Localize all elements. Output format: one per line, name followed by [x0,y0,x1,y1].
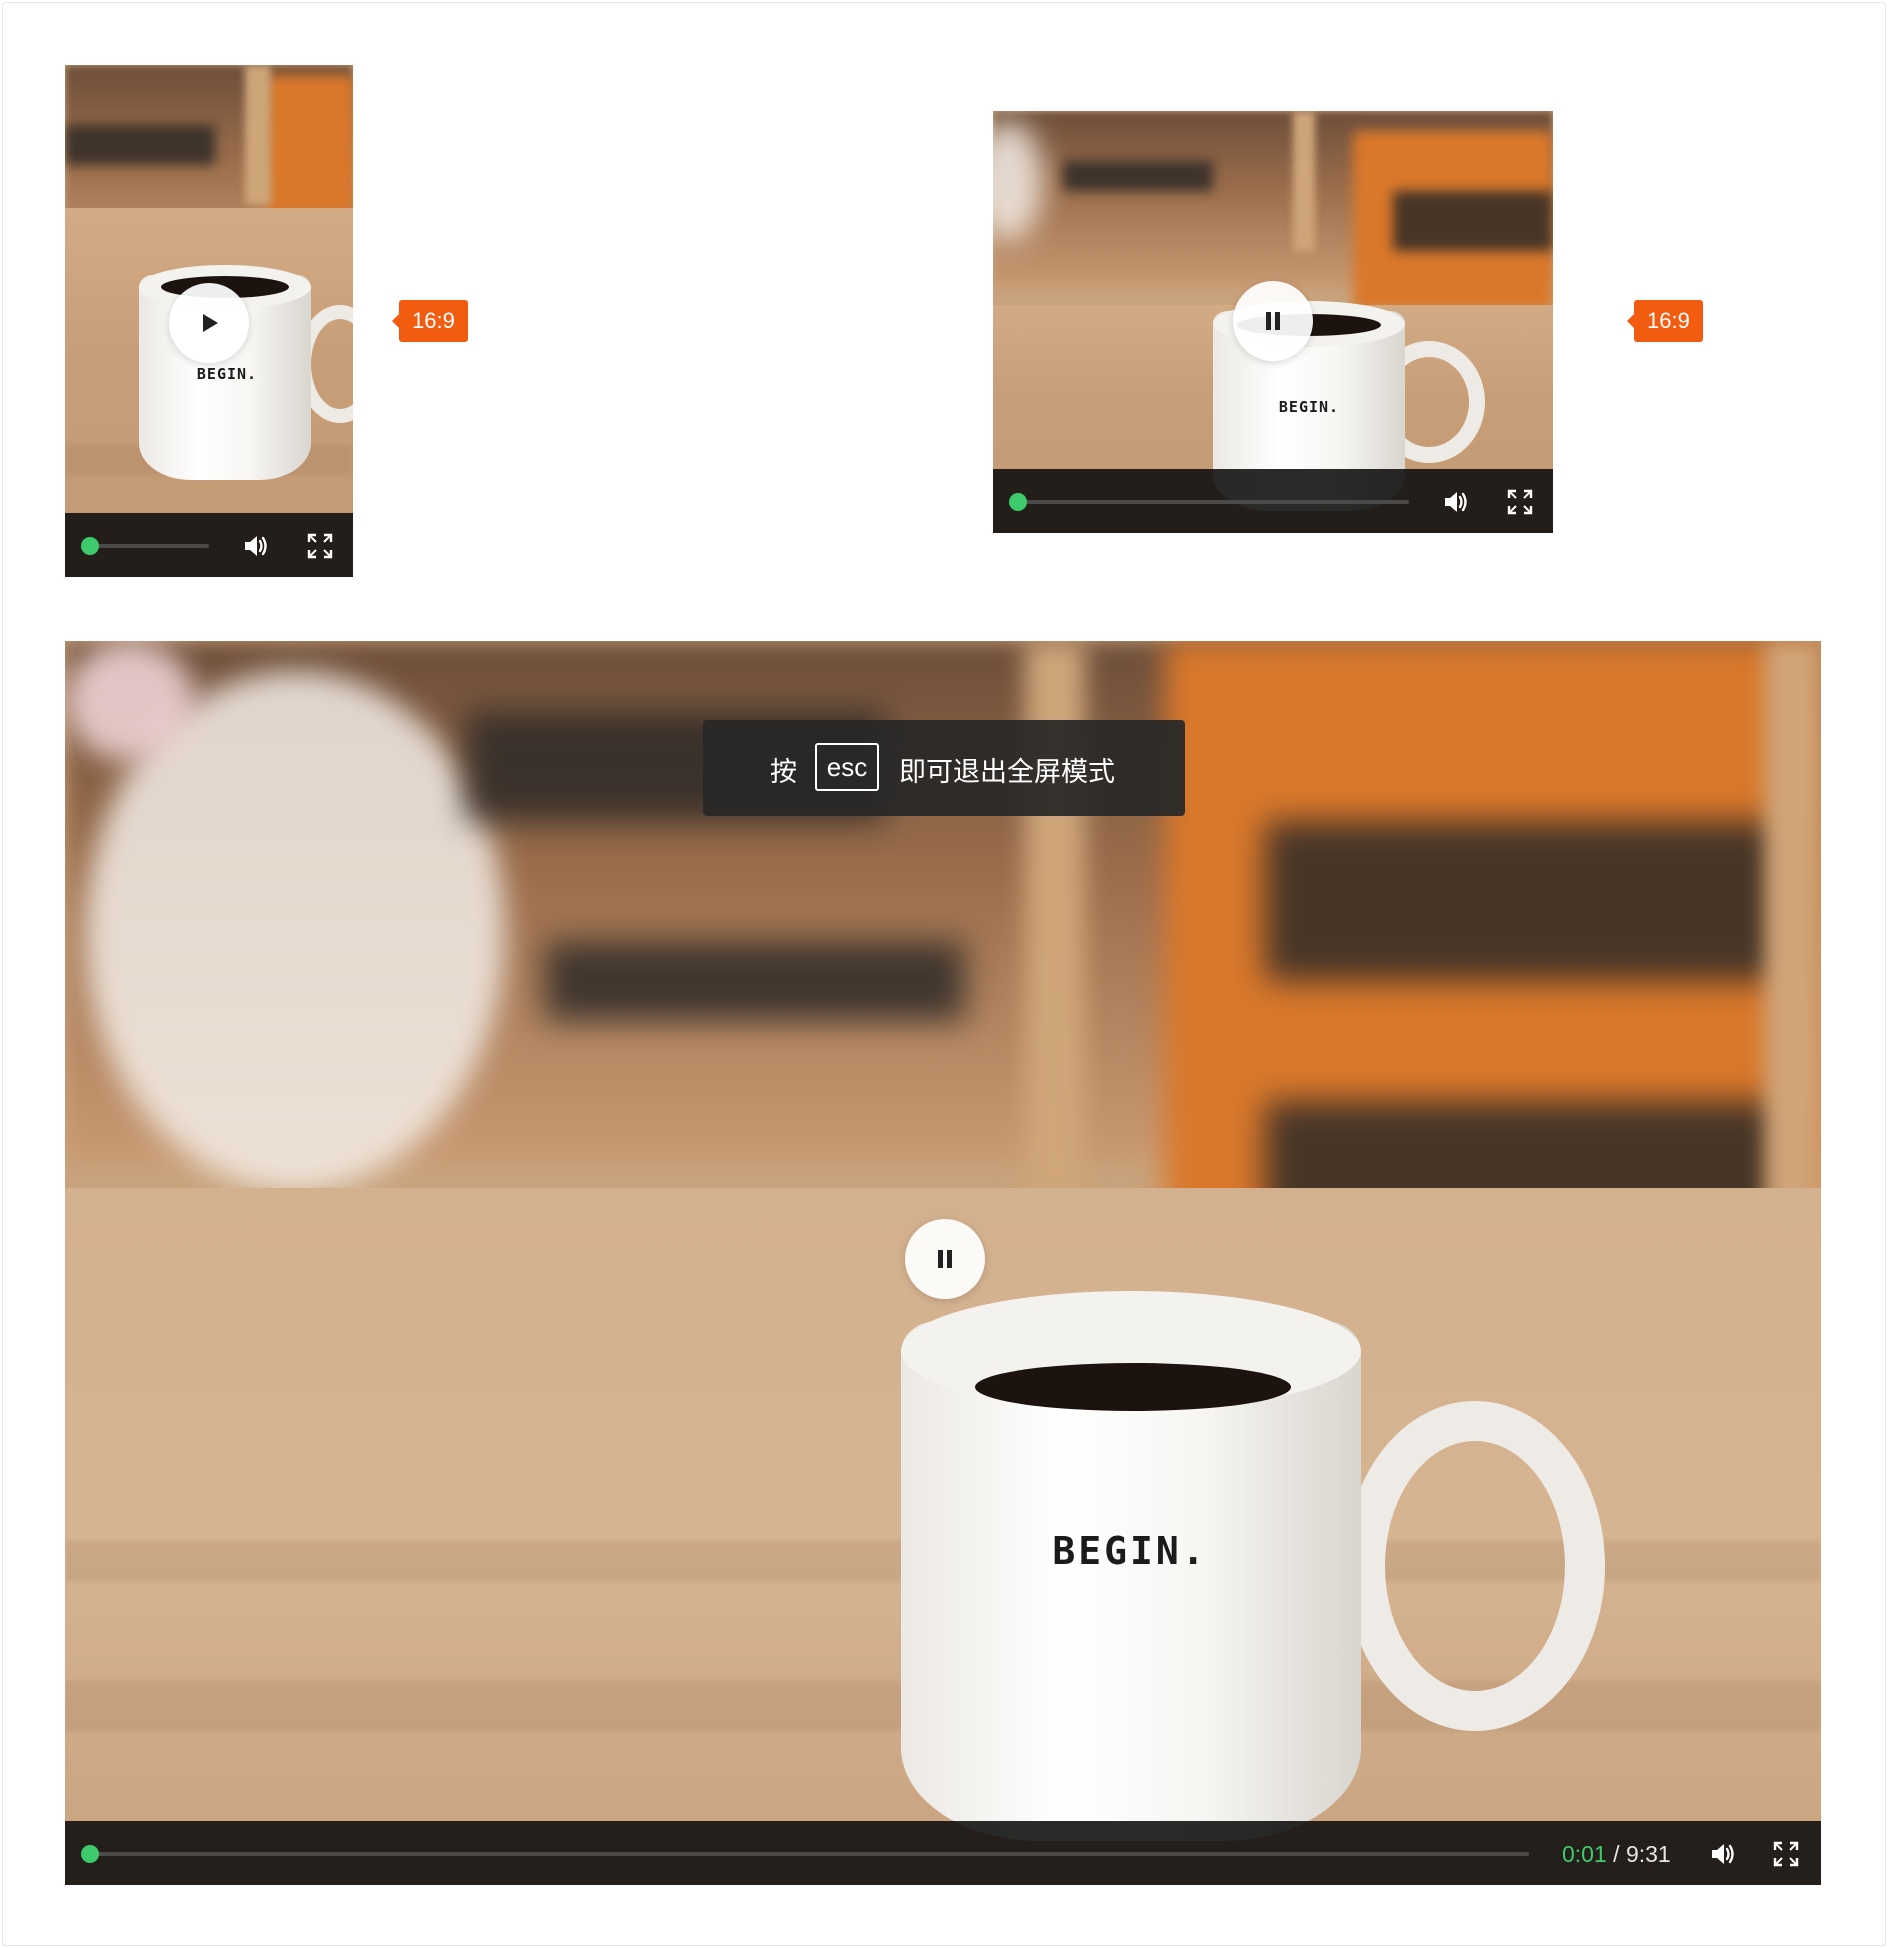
progress-track[interactable] [87,544,209,548]
mug-handle [1345,1401,1605,1731]
mug-label: BEGIN. [196,365,258,383]
esc-key-badge: esc [815,743,879,791]
aspect-ratio-tag: 16:9 [392,300,468,342]
progress-track[interactable] [1015,500,1409,504]
control-bar [993,469,1553,533]
hint-text-after: 即可退出全屏模式 [899,757,1115,787]
time-display: 0:01 / 9:31 [1562,1839,1671,1869]
progress-knob[interactable] [1009,493,1027,511]
page: BEGIN. 16:9 BEGIN. 16:9 BEGIN. 按 esc 即可退… [2,2,1886,1946]
chair-post [1293,111,1315,251]
volume-icon [1445,492,1467,512]
progress-track[interactable] [87,1852,1529,1856]
pause-icon [938,1250,952,1268]
fullscreen-icon [1507,489,1533,515]
mug-label: BEGIN. [1052,1529,1208,1573]
progress-knob[interactable] [81,1845,99,1863]
current-time: 0:01 [1562,1841,1607,1867]
pause-icon [1266,312,1280,330]
play-button[interactable] [169,283,249,363]
volume-button[interactable] [1441,487,1471,517]
mug-label: BEGIN. [1278,398,1340,416]
control-bar [65,513,353,577]
hint-text-before: 按 [770,757,797,787]
control-bar: 0:01 / 9:31 [65,1821,1821,1885]
aspect-ratio-tag: 16:9 [1627,300,1703,342]
pause-button[interactable] [1233,281,1313,361]
coffee [975,1363,1291,1411]
volume-button[interactable] [1708,1839,1738,1869]
play-icon [203,314,218,332]
landscape-video-player[interactable]: BEGIN. [993,111,1553,533]
fullscreen-video-player[interactable]: BEGIN. 按 esc 即可退出全屏模式 0:01 / 9:31 [65,641,1821,1885]
total-time: 9:31 [1625,1841,1671,1867]
volume-icon [245,536,267,556]
exit-fullscreen-hint: 按 esc 即可退出全屏模式 [703,720,1185,816]
progress-knob[interactable] [81,537,99,555]
background-shadow [65,125,215,165]
chair-shadow [1393,191,1553,251]
fullscreen-button[interactable] [305,531,335,561]
time-separator: / [1613,1841,1620,1867]
volume-button[interactable] [241,531,271,561]
background-shadow-2 [545,941,965,1021]
portrait-video-player[interactable]: BEGIN. [65,65,353,577]
background-shadow [1063,161,1213,191]
chair-post [245,65,271,205]
fullscreen-icon [1773,1841,1799,1867]
chair-shadow [1265,821,1785,981]
fullscreen-icon [307,533,333,559]
light-spot [65,641,195,761]
fullscreen-button[interactable] [1505,487,1535,517]
fullscreen-button[interactable] [1771,1839,1801,1869]
volume-icon [1712,1844,1734,1864]
pause-button[interactable] [905,1219,985,1299]
